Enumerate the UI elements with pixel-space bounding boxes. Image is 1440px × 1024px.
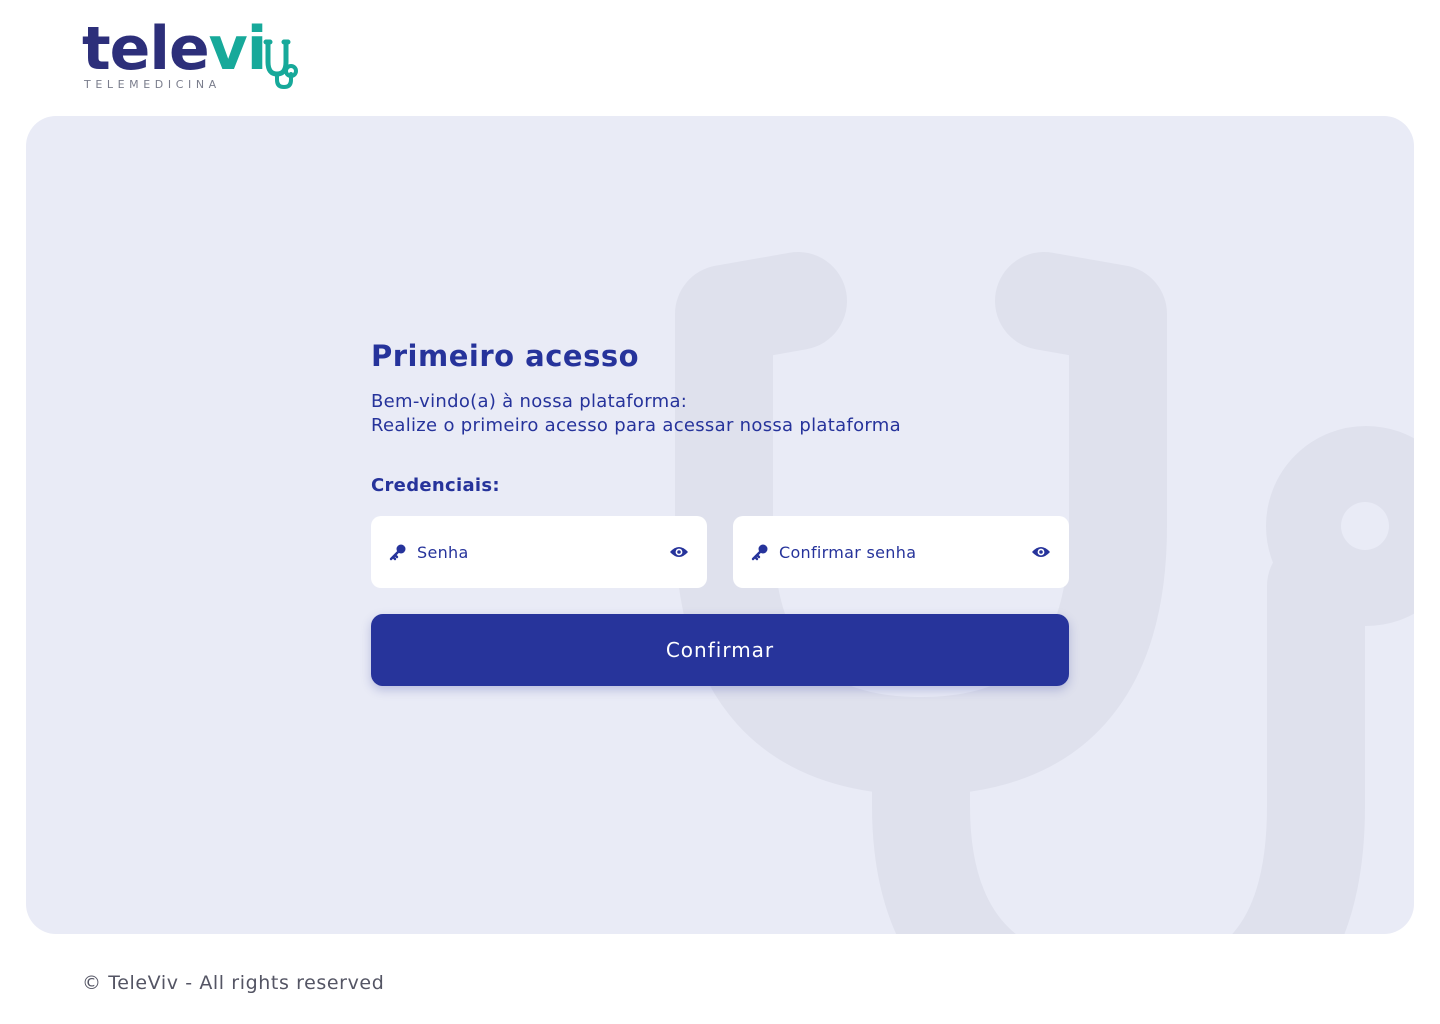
eye-icon[interactable] [1031,545,1051,559]
footer-copyright: © TeleViv - All rights reserved [82,972,385,994]
welcome-line-1: Bem-vindo(a) à nossa plataforma: [371,391,688,412]
welcome-message: Bem-vindo(a) à nossa plataforma: Realize… [371,390,1069,438]
page-title: Primeiro acesso [371,339,640,373]
confirm-button[interactable]: Confirmar [371,614,1069,686]
first-access-form: Primeiro acesso Bem-vindo(a) à nossa pla… [371,336,1069,686]
brand-name-part1: tele [82,14,210,84]
brand-name-part2: vi [208,14,268,84]
brand-tagline: TELEMEDICINA [84,78,221,91]
confirm-password-input[interactable] [779,542,1031,562]
password-input[interactable] [417,542,669,562]
credentials-label: Credenciais: [371,475,500,496]
password-fields [371,516,1069,588]
brand-wordmark: televi [82,14,268,84]
confirm-password-field [733,516,1069,588]
welcome-line-2: Realize o primeiro acesso para acessar n… [371,415,901,436]
key-icon [751,544,768,561]
password-field [371,516,707,588]
brand-logo: televi TELEMEDICINA [82,16,302,94]
stethoscope-logo-icon [263,39,298,90]
key-icon [389,544,406,561]
eye-icon[interactable] [669,545,689,559]
main-panel: Primeiro acesso Bem-vindo(a) à nossa pla… [26,116,1414,934]
